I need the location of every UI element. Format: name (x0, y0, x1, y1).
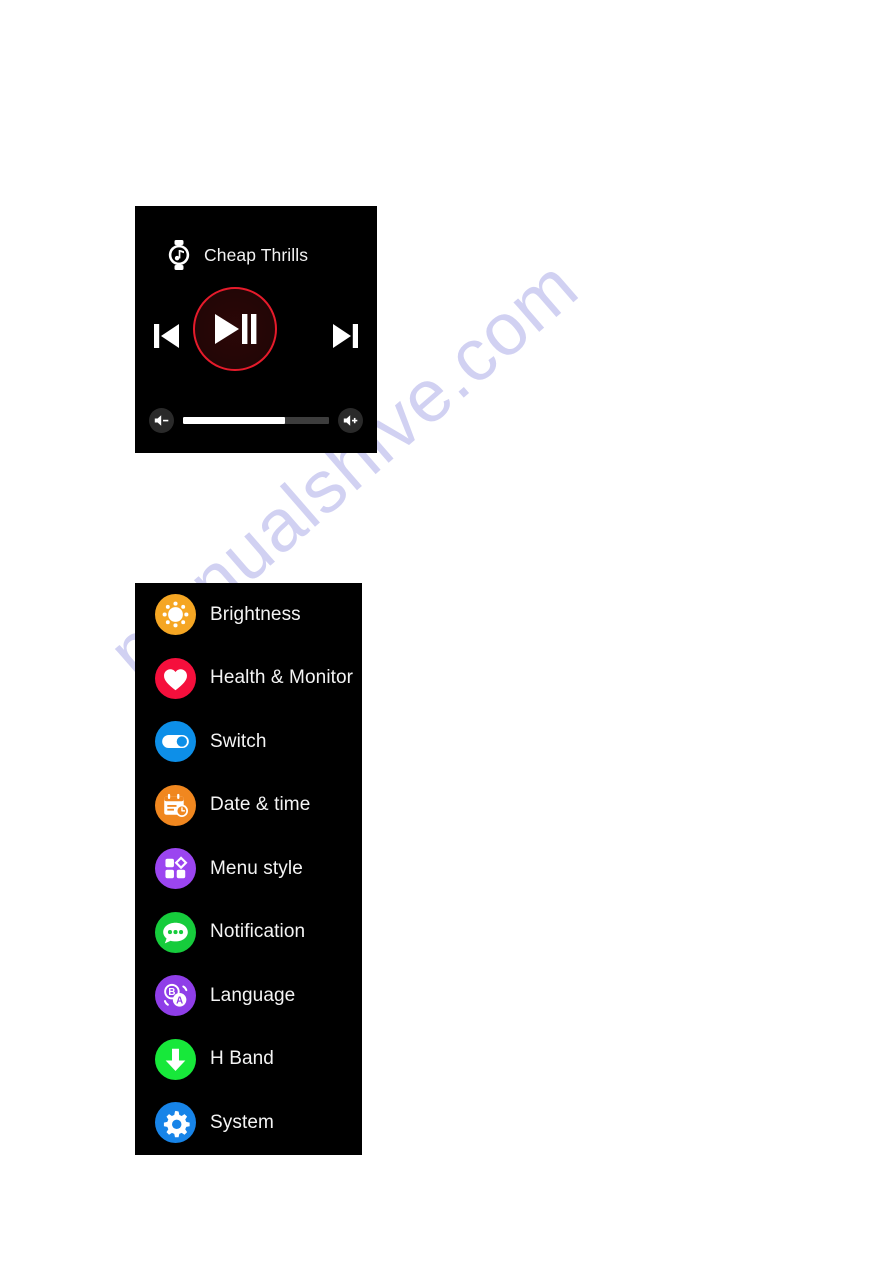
settings-item-language[interactable]: B A Language (135, 964, 362, 1028)
settings-item-label: Menu style (210, 857, 303, 879)
calendar-clock-icon-badge (155, 784, 196, 826)
settings-item-label: Notification (210, 921, 306, 943)
settings-item-health-monitor[interactable]: Health & Monitor (135, 647, 362, 711)
calendar-clock-icon (164, 793, 189, 817)
settings-item-system[interactable]: System (135, 1091, 362, 1155)
gear-icon-badge (155, 1102, 196, 1144)
volume-down-button[interactable] (149, 407, 174, 433)
speaker-plus-icon (343, 414, 357, 426)
svg-text:A: A (176, 996, 183, 1007)
volume-slider-fill (183, 416, 286, 424)
chat-bubble-icon-badge (155, 911, 196, 953)
grid-layout-icon (165, 856, 188, 879)
letters-ba-icon-badge: B A (155, 975, 196, 1017)
letters-ba-icon: B A (163, 984, 188, 1007)
settings-item-label: Brightness (210, 603, 301, 625)
grid-layout-icon-badge (155, 848, 196, 890)
previous-track-button[interactable] (150, 316, 184, 356)
settings-item-date-time[interactable]: Date & time (135, 774, 362, 838)
settings-item-notification[interactable]: Notification (135, 901, 362, 965)
settings-item-label: Health & Monitor (210, 667, 354, 689)
chat-bubble-icon (163, 922, 188, 944)
settings-menu-screen: Brightness Health & Monitor Switch Date … (135, 583, 362, 1155)
toggle-switch-icon (162, 735, 189, 749)
settings-item-menu-style[interactable]: Menu style (135, 837, 362, 901)
next-track-button[interactable] (328, 316, 362, 356)
settings-item-switch[interactable]: Switch (135, 710, 362, 774)
settings-item-label: Language (210, 984, 296, 1006)
download-arrow-icon-badge (155, 1038, 196, 1080)
settings-item-label: System (210, 1111, 274, 1133)
settings-item-label: Switch (210, 730, 267, 752)
settings-item-label: H Band (210, 1048, 274, 1070)
volume-up-button[interactable] (338, 407, 363, 433)
gear-icon (163, 1111, 190, 1138)
music-player-screen: Cheap Thrills (135, 206, 377, 453)
heart-icon-badge (155, 657, 196, 699)
volume-slider[interactable] (183, 416, 329, 424)
download-arrow-icon (165, 1048, 186, 1071)
sun-icon (162, 601, 189, 628)
play-pause-button[interactable] (193, 287, 277, 371)
speaker-minus-icon (154, 414, 168, 426)
sun-icon-badge (155, 594, 196, 636)
settings-item-label: Date & time (210, 794, 311, 816)
settings-item-h-band[interactable]: H Band (135, 1028, 362, 1092)
settings-item-brightness[interactable]: Brightness (135, 583, 362, 647)
volume-control-row (135, 400, 377, 440)
heart-icon (164, 669, 187, 691)
toggle-switch-icon-badge (155, 721, 196, 763)
